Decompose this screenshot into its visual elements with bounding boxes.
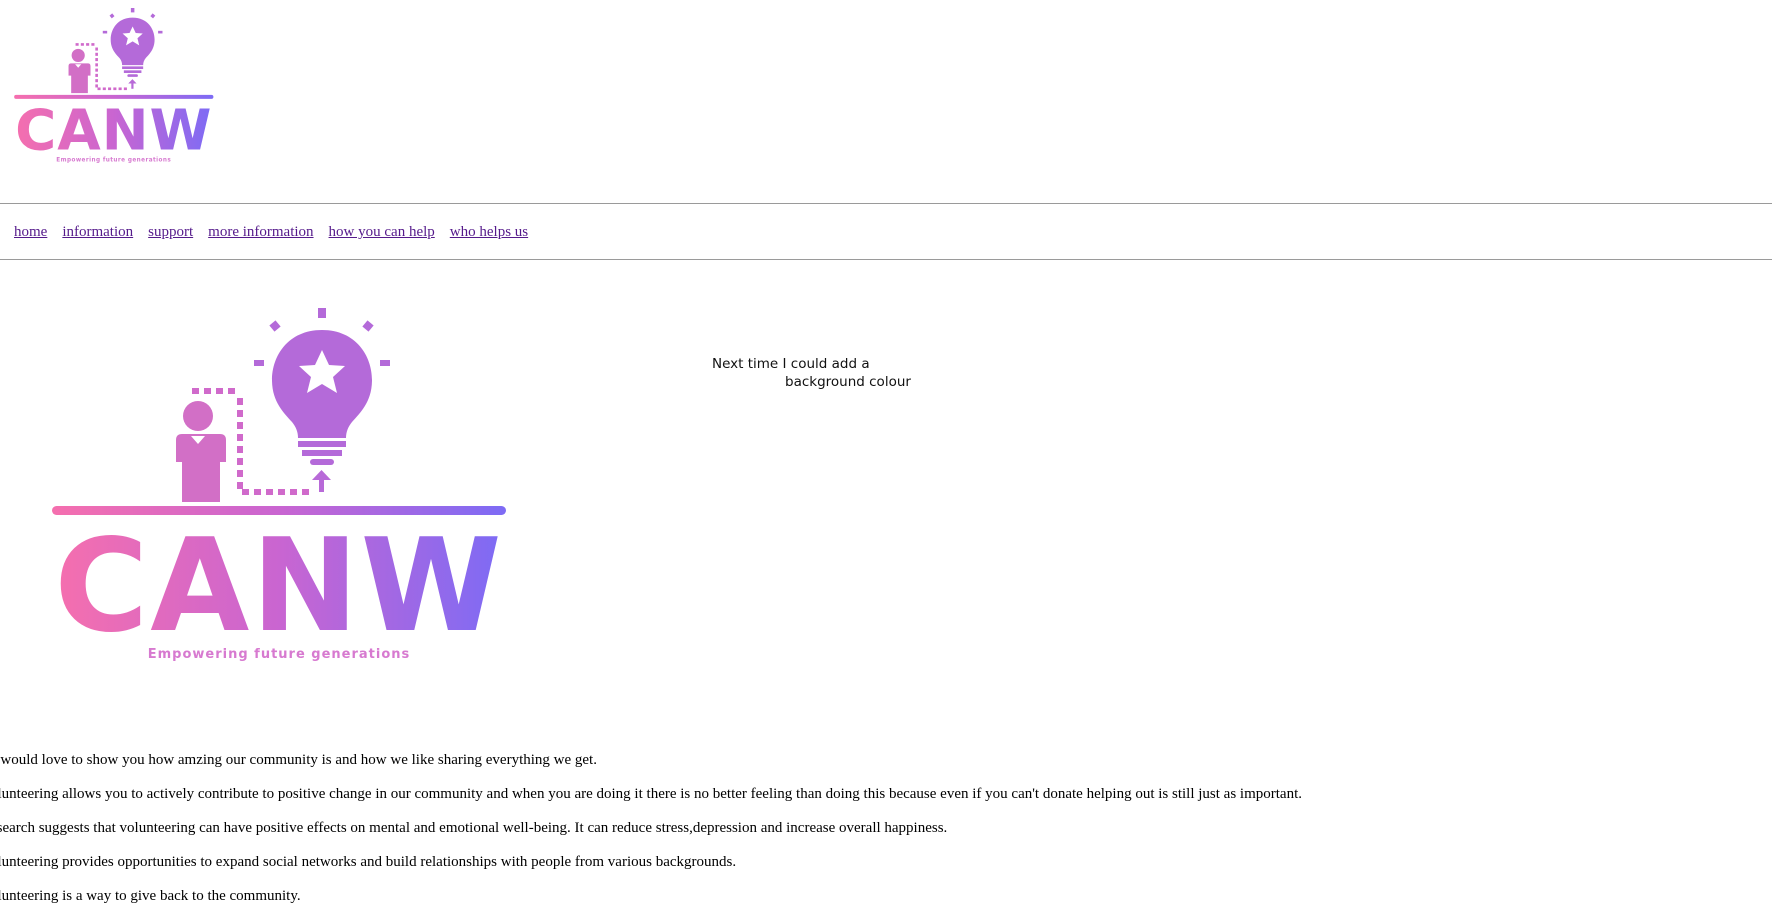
nav-link-more-information[interactable]: more information bbox=[208, 222, 313, 242]
paragraph: olunteering is a way to give back to the… bbox=[0, 888, 301, 904]
developer-note: Next time I could add a background colou… bbox=[712, 355, 932, 391]
nav-link-information[interactable]: information bbox=[62, 222, 133, 242]
main-nav: home information support more informatio… bbox=[14, 222, 543, 242]
paragraph: esearch suggests that volunteering can h… bbox=[0, 820, 948, 836]
nav-link-who-helps-us[interactable]: who helps us bbox=[450, 222, 528, 242]
nav-link-support[interactable]: support bbox=[148, 222, 193, 242]
paragraph: olunteering provides opportunities to ex… bbox=[0, 854, 737, 870]
site-logo-small bbox=[14, 8, 246, 188]
note-line-2: background colour bbox=[785, 374, 911, 390]
hero-logo bbox=[52, 308, 580, 718]
note-line-1: Next time I could add a bbox=[712, 356, 870, 372]
nav-link-how-you-can-help[interactable]: how you can help bbox=[329, 222, 435, 242]
header-divider-top bbox=[0, 203, 1772, 204]
nav-link-home[interactable]: home bbox=[14, 222, 47, 242]
canw-logo-image bbox=[14, 8, 246, 188]
paragraph: olunteering allows you to actively contr… bbox=[0, 786, 1302, 802]
header-divider-bottom bbox=[0, 259, 1772, 260]
paragraph: e would love to show you how amzing our … bbox=[0, 752, 597, 768]
canw-logo-large-image bbox=[52, 308, 580, 718]
content-paragraphs: e would love to show you how amzing our … bbox=[0, 751, 1590, 921]
